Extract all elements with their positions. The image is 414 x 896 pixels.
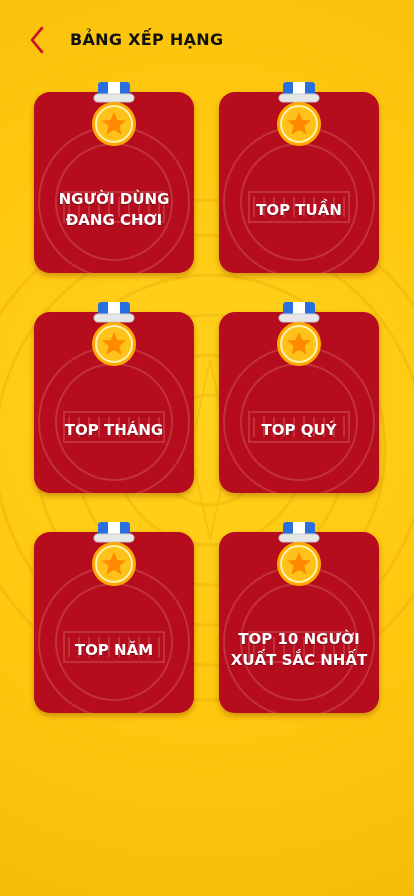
page-title: BẢNG XẾP HẠNG (70, 30, 224, 49)
card-label: TOP QUÝ (261, 420, 337, 439)
card-top-year[interactable]: TOP NĂM (34, 522, 194, 713)
medal-icon (277, 522, 321, 586)
card-active-users[interactable]: NGƯỜI DÙNG ĐANG CHƠI (34, 82, 194, 273)
card-top-10[interactable]: TOP 10 NGƯỜI XUẤT SẮC NHẤT (219, 522, 379, 713)
card-top-week[interactable]: TOP TUẦN (219, 82, 379, 273)
chevron-left-icon[interactable] (22, 22, 54, 58)
card-label: TOP THÁNG (64, 420, 164, 439)
medal-icon (92, 302, 136, 366)
medal-icon (277, 302, 321, 366)
card-top-month[interactable]: TOP THÁNG (34, 302, 194, 493)
card-label: TOP TUẦN (256, 200, 342, 219)
medal-icon (92, 522, 136, 586)
header: BẢNG XẾP HẠNG (0, 0, 414, 80)
card-label: NGƯỜI DÙNG ĐANG CHƠI (58, 190, 170, 229)
medal-icon (92, 82, 136, 146)
card-label: TOP 10 NGƯỜI XUẤT SẮC NHẤT (230, 630, 368, 669)
card-top-quarter[interactable]: TOP QUÝ (219, 302, 379, 493)
medal-icon (277, 82, 321, 146)
card-label: TOP NĂM (74, 640, 154, 659)
